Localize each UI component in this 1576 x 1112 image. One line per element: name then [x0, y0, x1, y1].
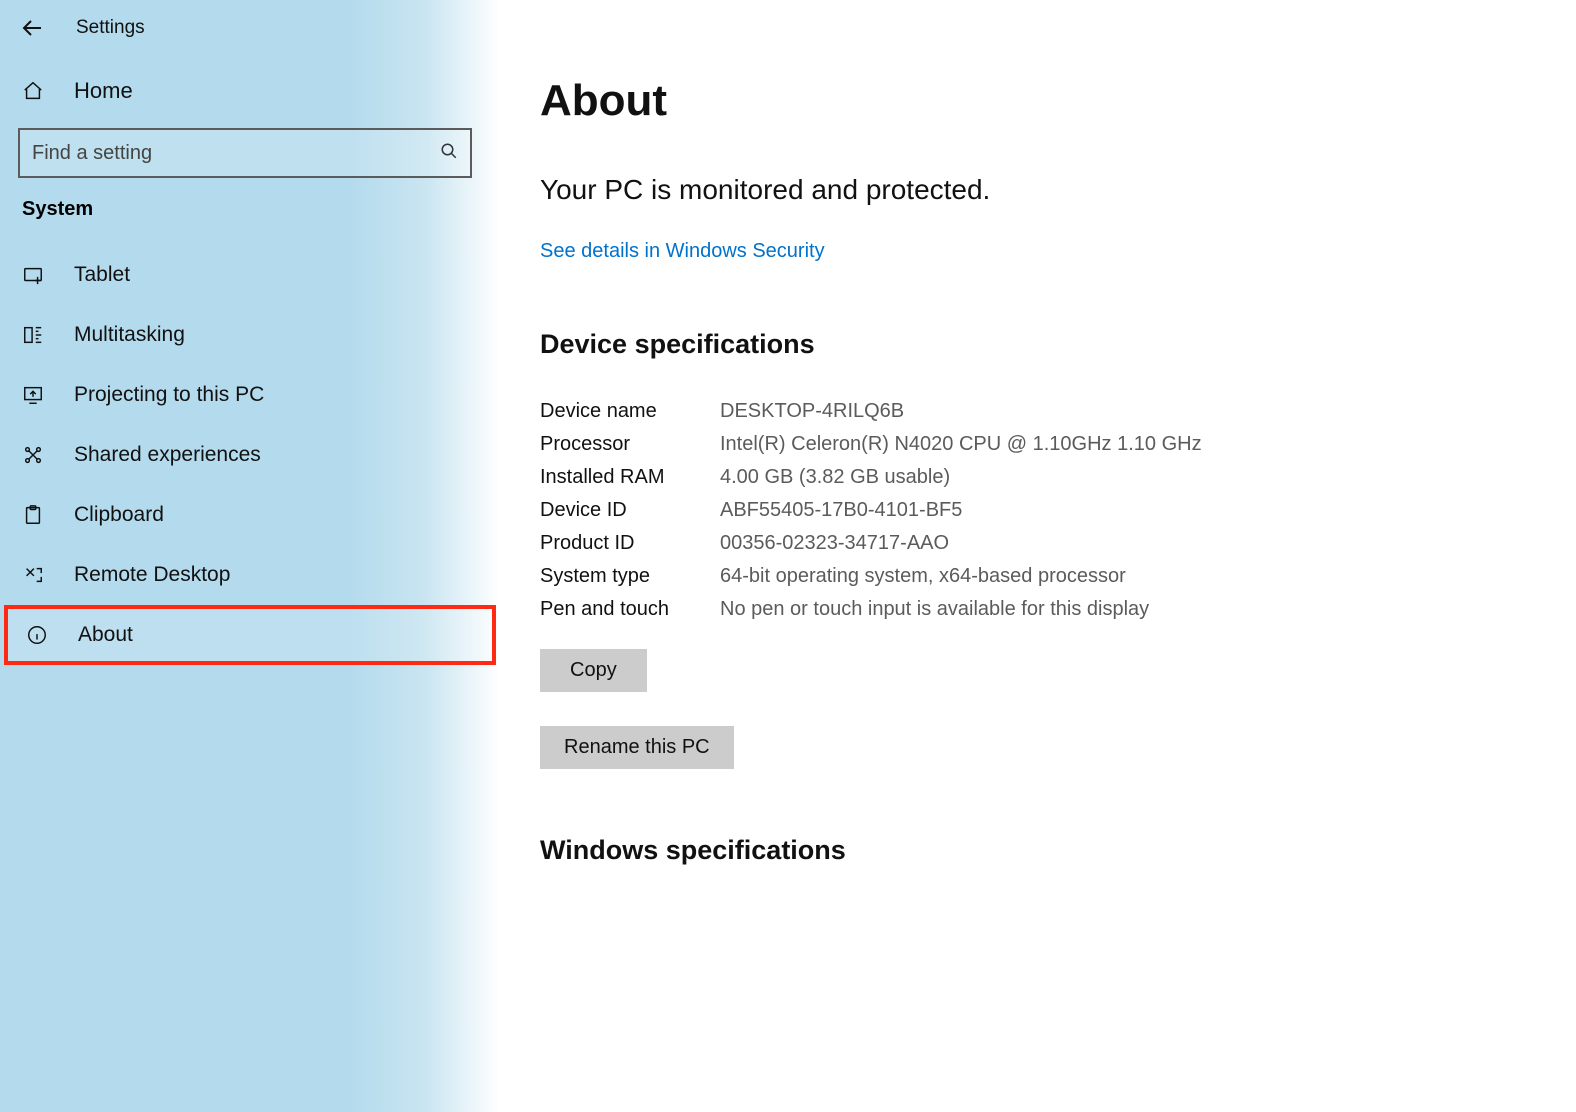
sidebar: Settings Home System Tablet Multitasking P…: [0, 0, 500, 1112]
clipboard-icon: [22, 504, 44, 526]
sidebar-item-label: Projecting to this PC: [74, 383, 264, 407]
spec-value: No pen or touch input is available for t…: [720, 598, 1202, 621]
spec-key: Processor: [540, 433, 720, 456]
sidebar-header: Settings: [0, 8, 500, 64]
search-box[interactable]: [18, 128, 472, 178]
sidebar-item-label: Shared experiences: [74, 443, 261, 467]
sidebar-item-label: Remote Desktop: [74, 563, 230, 587]
spec-value: 64-bit operating system, x64-based proce…: [720, 565, 1202, 588]
spec-key: Product ID: [540, 532, 720, 555]
spec-row: Pen and touchNo pen or touch input is av…: [540, 598, 1202, 621]
spec-row: System type64-bit operating system, x64-…: [540, 565, 1202, 588]
home-icon: [22, 80, 44, 102]
spec-row: Device nameDESKTOP-4RILQ6B: [540, 400, 1202, 423]
spec-key: Installed RAM: [540, 466, 720, 489]
spec-value: ABF55405-17B0-4101-BF5: [720, 499, 1202, 522]
sidebar-nav: Tablet Multitasking Projecting to this PC S…: [0, 245, 500, 665]
spec-key: Device name: [540, 400, 720, 423]
spec-value: 4.00 GB (3.82 GB usable): [720, 466, 1202, 489]
spec-row: ProcessorIntel(R) Celeron(R) N4020 CPU @…: [540, 433, 1202, 456]
spec-key: System type: [540, 565, 720, 588]
security-link[interactable]: See details in Windows Security: [540, 240, 825, 262]
sidebar-item-label: Tablet: [74, 263, 130, 287]
sidebar-item-label: Multitasking: [74, 323, 185, 347]
app-title: Settings: [76, 17, 145, 39]
shared-icon: [22, 444, 44, 466]
windows-spec-heading: Windows specifications: [540, 835, 1576, 866]
spec-key: Pen and touch: [540, 598, 720, 621]
info-icon: [26, 624, 48, 646]
search-input[interactable]: [32, 142, 394, 165]
sidebar-item-projecting-to-this-pc[interactable]: Projecting to this PC: [0, 365, 500, 425]
back-arrow-icon[interactable]: [18, 16, 46, 40]
home-label: Home: [74, 78, 133, 104]
sidebar-item-shared-experiences[interactable]: Shared experiences: [0, 425, 500, 485]
spec-value: 00356-02323-34717-AAO: [720, 532, 1202, 555]
multitask-icon: [22, 324, 44, 346]
spec-value: Intel(R) Celeron(R) N4020 CPU @ 1.10GHz …: [720, 433, 1202, 456]
search-icon: [440, 142, 458, 165]
sidebar-item-tablet[interactable]: Tablet: [0, 245, 500, 305]
sidebar-item-about[interactable]: About: [4, 605, 496, 665]
page-title: About: [540, 76, 1576, 126]
sidebar-item-label: Clipboard: [74, 503, 164, 527]
main-content: About Your PC is monitored and protected…: [500, 0, 1576, 1112]
sidebar-item-remote-desktop[interactable]: Remote Desktop: [0, 545, 500, 605]
tablet-icon: [22, 264, 44, 286]
sidebar-section-label: System: [0, 198, 500, 245]
spec-key: Device ID: [540, 499, 720, 522]
sidebar-item-multitasking[interactable]: Multitasking: [0, 305, 500, 365]
spec-row: Installed RAM4.00 GB (3.82 GB usable): [540, 466, 1202, 489]
sidebar-item-clipboard[interactable]: Clipboard: [0, 485, 500, 545]
remote-icon: [22, 564, 44, 586]
spec-table: Device nameDESKTOP-4RILQ6BProcessorIntel…: [540, 390, 1202, 631]
device-spec-heading: Device specifications: [540, 329, 1576, 360]
spec-value: DESKTOP-4RILQ6B: [720, 400, 1202, 423]
spec-row: Device IDABF55405-17B0-4101-BF5: [540, 499, 1202, 522]
rename-pc-button[interactable]: Rename this PC: [540, 726, 734, 769]
sidebar-item-label: About: [78, 623, 133, 647]
spec-row: Product ID00356-02323-34717-AAO: [540, 532, 1202, 555]
sidebar-home[interactable]: Home: [0, 64, 500, 122]
projecting-icon: [22, 384, 44, 406]
copy-button[interactable]: Copy: [540, 649, 647, 692]
protected-text: Your PC is monitored and protected.: [540, 174, 1576, 206]
